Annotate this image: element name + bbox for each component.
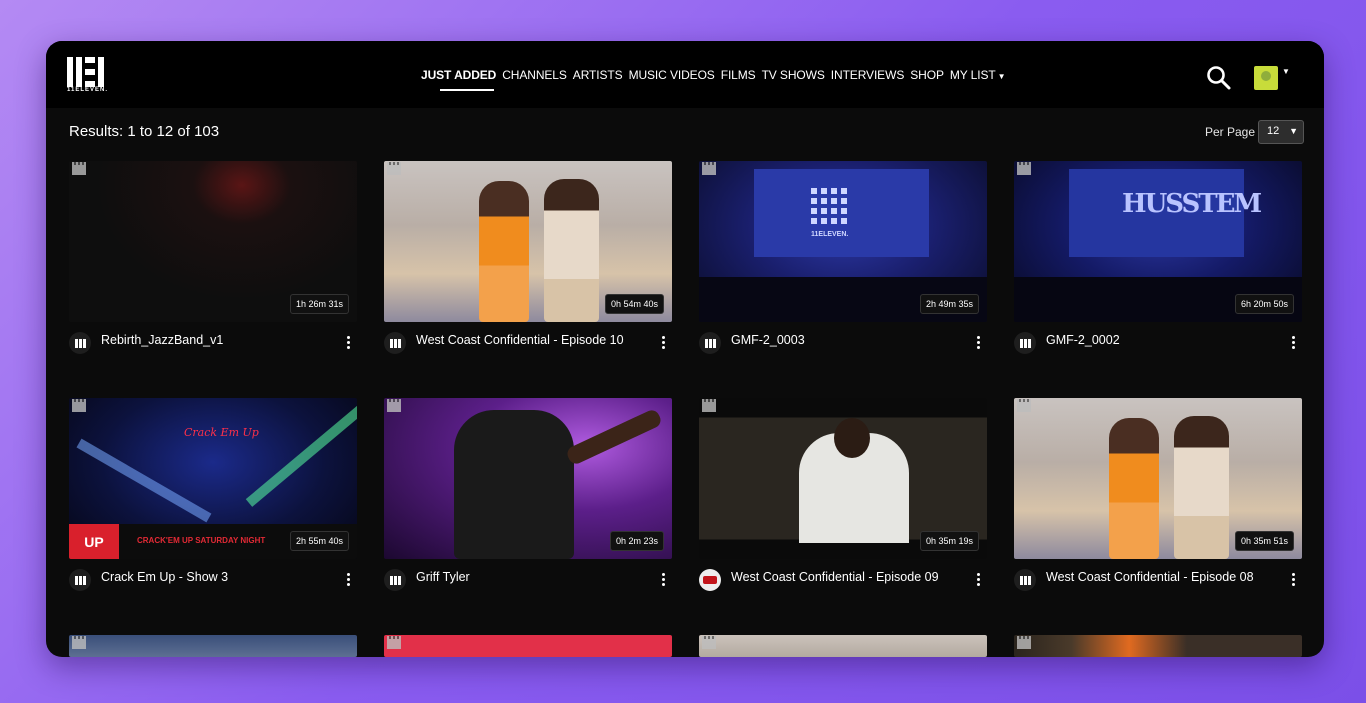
duration-badge: 0h 2m 23s	[609, 531, 664, 551]
stage-hustle-text: HUSSTEM	[1122, 189, 1262, 219]
more-options-icon[interactable]	[662, 573, 666, 587]
comedy-banner-text: CRACK'EM UP SATURDAY NIGHT	[137, 536, 266, 545]
video-thumbnail[interactable]: 0h 54m 40s	[384, 161, 672, 322]
video-card[interactable]: Crack Em Up UP CRACK'EM UP SATURDAY NIGH…	[69, 398, 357, 607]
video-card[interactable]: 1h 26m 31s Rebirth_JazzBand_v1	[69, 161, 357, 370]
more-options-icon[interactable]	[662, 336, 666, 350]
chevron-down-icon: ▼	[1289, 126, 1298, 136]
clapperboard-icon	[702, 399, 716, 412]
video-thumbnail[interactable]: 0h 35m 19s	[699, 398, 987, 559]
clapperboard-icon	[702, 162, 716, 175]
top-header: 11ELEVEN. JUST ADDED CHANNELS ARTISTS MU…	[46, 41, 1324, 108]
nav-films[interactable]: FILMS	[721, 68, 756, 82]
more-options-icon[interactable]	[347, 573, 351, 587]
video-title[interactable]: Crack Em Up - Show 3	[101, 570, 228, 584]
clapperboard-icon	[1017, 162, 1031, 175]
nav-just-added[interactable]: JUST ADDED	[421, 68, 496, 91]
more-options-icon[interactable]	[977, 336, 981, 350]
clapperboard-icon	[72, 636, 86, 649]
video-title[interactable]: Rebirth_JazzBand_v1	[101, 333, 223, 347]
user-avatar[interactable]	[1254, 66, 1278, 90]
results-bar: Results: 1 to 12 of 103 Per Page 12 ▼	[46, 108, 1324, 153]
video-thumbnail[interactable]	[384, 635, 672, 657]
nav-shop[interactable]: SHOP	[910, 68, 944, 82]
logo-text: 11ELEVEN.	[67, 87, 109, 93]
video-thumbnail[interactable]	[699, 635, 987, 657]
channel-avatar[interactable]	[1014, 569, 1036, 591]
clapperboard-icon	[72, 162, 86, 175]
duration-badge: 2h 55m 40s	[289, 531, 349, 551]
video-card[interactable]: 11ELEVEN. 2h 49m 35s GMF-2_0003	[699, 161, 987, 370]
video-card[interactable]: 0h 35m 51s West Coast Confidential - Epi…	[1014, 398, 1302, 607]
video-card[interactable]: HUSSTEM 6h 20m 50s GMF-2_0002	[1014, 161, 1302, 370]
clapperboard-icon	[387, 162, 401, 175]
video-thumbnail[interactable]	[1014, 635, 1302, 657]
duration-badge: 2h 49m 35s	[919, 294, 979, 314]
clapperboard-icon	[72, 399, 86, 412]
channel-avatar[interactable]	[69, 569, 91, 591]
channel-avatar[interactable]	[384, 569, 406, 591]
nav-interviews[interactable]: INTERVIEWS	[831, 68, 905, 82]
duration-badge: 6h 20m 50s	[1234, 294, 1294, 314]
main-nav: JUST ADDED CHANNELS ARTISTS MUSIC VIDEOS…	[421, 68, 1006, 91]
clapperboard-icon	[387, 636, 401, 649]
per-page-value: 12	[1267, 125, 1280, 137]
video-thumbnail[interactable]: 0h 2m 23s	[384, 398, 672, 559]
nav-my-list[interactable]: MY LIST ▼	[950, 68, 1006, 82]
video-thumbnail[interactable]	[69, 635, 357, 657]
clapperboard-icon	[387, 399, 401, 412]
logo-mark-icon	[67, 57, 104, 87]
channel-avatar[interactable]	[1014, 332, 1036, 354]
video-thumbnail[interactable]: 0h 35m 51s	[1014, 398, 1302, 559]
avatar-chevron-icon[interactable]: ▼	[1282, 67, 1290, 76]
brand-logo[interactable]: 11ELEVEN.	[67, 57, 107, 95]
video-thumbnail[interactable]: Crack Em Up UP CRACK'EM UP SATURDAY NIGH…	[69, 398, 357, 559]
channel-avatar[interactable]	[384, 332, 406, 354]
more-options-icon[interactable]	[1292, 336, 1296, 350]
channel-avatar[interactable]	[699, 569, 721, 591]
app-window: 11ELEVEN. JUST ADDED CHANNELS ARTISTS MU…	[46, 41, 1324, 657]
video-title[interactable]: Griff Tyler	[416, 570, 470, 584]
duration-badge: 1h 26m 31s	[289, 294, 349, 314]
nav-artists[interactable]: ARTISTS	[573, 68, 623, 82]
video-card[interactable]	[69, 635, 357, 657]
duration-badge: 0h 35m 51s	[1234, 531, 1294, 551]
video-card[interactable]: 0h 2m 23s Griff Tyler	[384, 398, 672, 607]
video-card[interactable]	[1014, 635, 1302, 657]
results-summary: Results: 1 to 12 of 103	[69, 123, 220, 140]
clapperboard-icon	[702, 636, 716, 649]
video-title[interactable]: West Coast Confidential - Episode 10	[416, 333, 624, 347]
video-thumbnail[interactable]: 11ELEVEN. 2h 49m 35s	[699, 161, 987, 322]
nav-music-videos[interactable]: MUSIC VIDEOS	[629, 68, 715, 82]
clapperboard-icon	[1017, 636, 1031, 649]
video-card[interactable]: 0h 35m 19s West Coast Confidential - Epi…	[699, 398, 987, 607]
channel-avatar[interactable]	[699, 332, 721, 354]
nav-my-list-label: MY LIST	[949, 68, 996, 82]
video-title[interactable]: West Coast Confidential - Episode 09	[731, 570, 939, 584]
video-title[interactable]: GMF-2_0002	[1046, 333, 1120, 347]
search-icon[interactable]	[1206, 65, 1232, 91]
nav-tv-shows[interactable]: TV SHOWS	[762, 68, 825, 82]
comedy-logo-text: Crack Em Up	[184, 426, 259, 439]
video-title[interactable]: GMF-2_0003	[731, 333, 805, 347]
stage-brand-text: 11ELEVEN.	[811, 231, 849, 238]
video-card[interactable]: 0h 54m 40s West Coast Confidential - Epi…	[384, 161, 672, 370]
per-page-label: Per Page	[1205, 125, 1256, 139]
more-options-icon[interactable]	[1292, 573, 1296, 587]
clapperboard-icon	[1017, 399, 1031, 412]
per-page-select[interactable]: 12 ▼	[1258, 120, 1304, 144]
video-card[interactable]	[384, 635, 672, 657]
duration-badge: 0h 35m 19s	[919, 531, 979, 551]
more-options-icon[interactable]	[347, 336, 351, 350]
video-title[interactable]: West Coast Confidential - Episode 08	[1046, 570, 1254, 584]
channel-avatar[interactable]	[69, 332, 91, 354]
video-card[interactable]	[699, 635, 987, 657]
chevron-down-icon: ▼	[997, 72, 1006, 81]
video-thumbnail[interactable]: HUSSTEM 6h 20m 50s	[1014, 161, 1302, 322]
more-options-icon[interactable]	[977, 573, 981, 587]
nav-channels[interactable]: CHANNELS	[502, 68, 567, 82]
comedy-badge-text: UP	[69, 524, 119, 559]
duration-badge: 0h 54m 40s	[604, 294, 664, 314]
video-thumbnail[interactable]: 1h 26m 31s	[69, 161, 357, 322]
